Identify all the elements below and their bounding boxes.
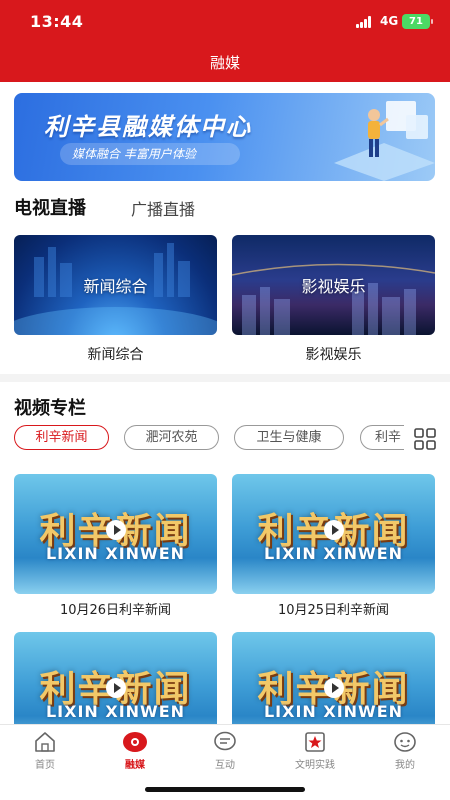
status-time: 13:44 (30, 12, 84, 31)
tab-tv-live[interactable]: 电视直播 (14, 194, 86, 220)
channel-thumb-label: 影视娱乐 (301, 277, 366, 296)
channel-thumb-label: 新闻综合 (83, 277, 148, 296)
chat-icon (214, 731, 236, 751)
video-thumb-subtitle: LIXIN XINWEN (45, 544, 186, 563)
tab-civilization[interactable]: 文明实践 (270, 731, 360, 775)
video-card[interactable]: 利辛新闻 LIXIN XINWEN (232, 474, 435, 594)
page-title: 融媒 (209, 54, 240, 72)
channel-card-entertainment[interactable]: 影视娱乐 (232, 235, 435, 335)
channel-card-news[interactable]: 新闻综合 (14, 235, 217, 335)
play-icon[interactable] (324, 520, 344, 540)
play-icon[interactable] (324, 678, 344, 698)
category-chips: 利辛新闻 淝河农苑 卫生与健康 利辛 (14, 425, 404, 451)
tab-label: 互动 (215, 760, 235, 771)
top-bar: 13:44 4G 71 融媒 (0, 0, 450, 82)
tab-label: 文明实践 (295, 760, 335, 771)
grid-menu-icon[interactable] (413, 427, 437, 451)
banner-subtitle: 媒体融合 丰富用户体验 (60, 143, 240, 165)
channel-name[interactable]: 新闻综合 (14, 344, 217, 364)
home-icon (35, 732, 55, 752)
video-title[interactable]: 10月26日利辛新闻 (14, 599, 217, 618)
signal-icon (356, 16, 374, 28)
network-type: 4G (380, 14, 399, 28)
tab-profile[interactable]: 我的 (360, 731, 450, 775)
chip-health[interactable]: 卫生与健康 (234, 425, 344, 450)
tab-radio-live[interactable]: 广播直播 (131, 196, 195, 220)
tab-home[interactable]: 首页 (0, 731, 90, 775)
video-thumb-subtitle: LIXIN XINWEN (263, 544, 404, 563)
tab-media[interactable]: 融媒 (90, 731, 180, 775)
video-section-title: 视频专栏 (14, 398, 86, 419)
video-card[interactable]: 利辛新闻 LIXIN XINWEN (14, 474, 217, 594)
profile-icon (394, 732, 416, 752)
section-divider (0, 374, 450, 382)
video-thumb-subtitle: LIXIN XINWEN (263, 702, 404, 721)
chip-lixin-news[interactable]: 利辛新闻 (14, 425, 109, 450)
tab-interact[interactable]: 互动 (180, 731, 270, 775)
video-title[interactable]: 10月25日利辛新闻 (232, 599, 435, 618)
banner[interactable]: 利辛县融媒体中心 媒体融合 丰富用户体验 (14, 93, 435, 181)
home-indicator (145, 787, 305, 792)
presenter-illustration-icon (334, 101, 435, 181)
tab-label: 首页 (35, 760, 55, 771)
tab-label: 融媒 (125, 760, 145, 771)
banner-title: 利辛县融媒体中心 (44, 113, 252, 141)
play-icon[interactable] (106, 520, 126, 540)
channel-name[interactable]: 影视娱乐 (232, 344, 435, 364)
play-icon[interactable] (106, 678, 126, 698)
civilization-icon (305, 732, 325, 752)
tab-label: 我的 (395, 760, 415, 771)
chip-more[interactable]: 利辛 (360, 425, 404, 450)
battery-icon: 71 (402, 14, 433, 29)
chip-feihe-nongyuan[interactable]: 淝河农苑 (124, 425, 219, 450)
status-bar: 13:44 4G 71 (0, 0, 450, 44)
media-icon (123, 732, 147, 752)
video-thumb-subtitle: LIXIN XINWEN (45, 702, 186, 721)
